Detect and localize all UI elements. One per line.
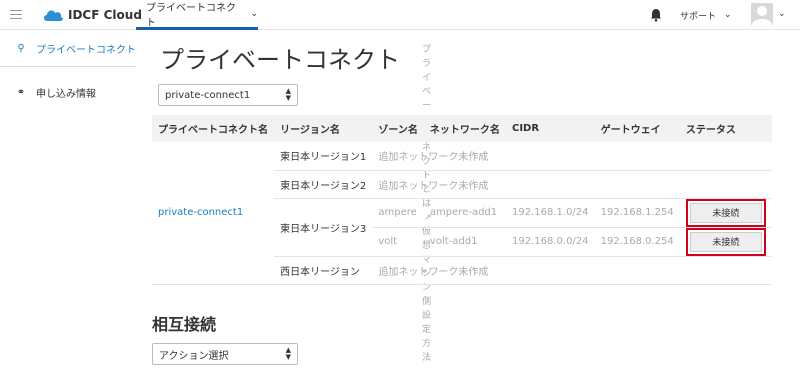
sidebar-item-label: 申し込み情報 xyxy=(36,88,96,100)
region-cell: 東日本リージョン1 xyxy=(274,142,373,171)
region-cell: 西日本リージョン xyxy=(274,256,373,285)
sidebar-item-private-connect[interactable]: ⚲ プライベートコネクト xyxy=(0,31,136,67)
logo-text: IDCF Cloud xyxy=(68,8,142,22)
action-select-value: アクション選択 xyxy=(159,350,229,362)
select-arrows-icon: ▲ ▼ xyxy=(285,346,291,361)
status-button[interactable]: 未接続 xyxy=(689,202,762,223)
nav-tab-private-connect[interactable]: プライベートコネクト ⌄ xyxy=(136,0,258,30)
status-cell: 未接続 xyxy=(679,227,772,257)
section-title-interconnect: 相互接続 xyxy=(152,315,217,334)
sidebar-item-label: プライベートコネクト xyxy=(36,45,136,56)
network-cell: volt-add1 xyxy=(423,227,506,257)
no-network-note: 追加ネットワーク未作成 xyxy=(372,170,772,199)
page-title: プライベートコネクト xyxy=(160,46,400,74)
region-cell: 東日本リージョン3 xyxy=(274,198,373,257)
table-row: private-connect1 東日本リージョン1 追加ネットワーク未作成 xyxy=(152,142,772,285)
network-icon: ⚲ xyxy=(17,43,25,54)
select-arrows-icon: ▲ ▼ xyxy=(285,87,291,102)
col-header-zone: ゾーン名 xyxy=(372,115,424,142)
chevron-down-icon[interactable]: ⌄ xyxy=(778,9,786,19)
connection-select-value: private-connect1 xyxy=(165,89,251,101)
zone-cell: volt xyxy=(372,227,424,257)
gateway-cell: 192.168.1.254 xyxy=(594,198,680,228)
chevron-down-icon: ⌄ xyxy=(250,8,258,19)
cloud-logo-icon xyxy=(44,10,63,21)
col-header-connect-name: プライベートコネクト名 xyxy=(152,115,275,142)
no-network-note: 追加ネットワーク未作成 xyxy=(372,256,772,285)
support-label: サポート xyxy=(680,11,717,22)
status-highlight: 未接続 xyxy=(685,198,766,227)
avatar[interactable] xyxy=(751,3,773,25)
gateway-cell: 192.168.0.254 xyxy=(594,227,680,257)
no-network-note: 追加ネットワーク未作成 xyxy=(372,142,772,171)
col-header-gateway: ゲートウェイ xyxy=(594,115,680,142)
sidebar-item-application-info[interactable]: ⚭ 申し込み情報 xyxy=(0,74,136,110)
top-bar: IDCF Cloud プライベートコネクト ⌄ サポート ⌄ ⌄ xyxy=(0,0,800,30)
nav-tab-label: プライベートコネクト xyxy=(146,2,236,29)
col-header-network: ネットワーク名 xyxy=(423,115,506,142)
cidr-cell: 192.168.0.0/24 xyxy=(506,227,595,257)
region-cell: 東日本リージョン2 xyxy=(274,170,373,199)
col-header-cidr: CIDR xyxy=(506,115,595,142)
status-highlight: 未接続 xyxy=(685,227,766,256)
table-header-row: プライベートコネクト名 リージョン名 ゾーン名 ネットワーク名 CIDR ゲート… xyxy=(152,115,772,142)
zone-cell: ampere xyxy=(372,198,424,228)
menu-icon[interactable] xyxy=(10,10,22,20)
support-menu[interactable]: サポート ⌄ xyxy=(680,0,732,30)
connection-table: プライベートコネクト名 リージョン名 ゾーン名 ネットワーク名 CIDR ゲート… xyxy=(152,115,772,285)
action-select[interactable]: アクション選択 ▲ ▼ xyxy=(152,343,298,365)
handshake-icon: ⚭ xyxy=(16,86,26,98)
status-button[interactable]: 未接続 xyxy=(689,231,762,252)
status-cell: 未接続 xyxy=(679,198,772,228)
sidebar: ⚲ プライベートコネクト ⚭ 申し込み情報 xyxy=(0,31,136,384)
connection-select[interactable]: private-connect1 ▲ ▼ xyxy=(158,84,298,106)
chevron-down-icon: ⌄ xyxy=(724,10,732,20)
user-icon xyxy=(752,6,772,25)
logo[interactable]: IDCF Cloud xyxy=(42,6,142,24)
network-cell: ampere-add1 xyxy=(423,198,506,228)
bell-icon[interactable] xyxy=(650,8,662,22)
col-header-region: リージョン名 xyxy=(274,115,373,142)
connection-name-link[interactable]: private-connect1 xyxy=(152,142,275,285)
col-header-status: ステータス xyxy=(679,115,772,142)
cidr-cell: 192.168.1.0/24 xyxy=(506,198,595,228)
